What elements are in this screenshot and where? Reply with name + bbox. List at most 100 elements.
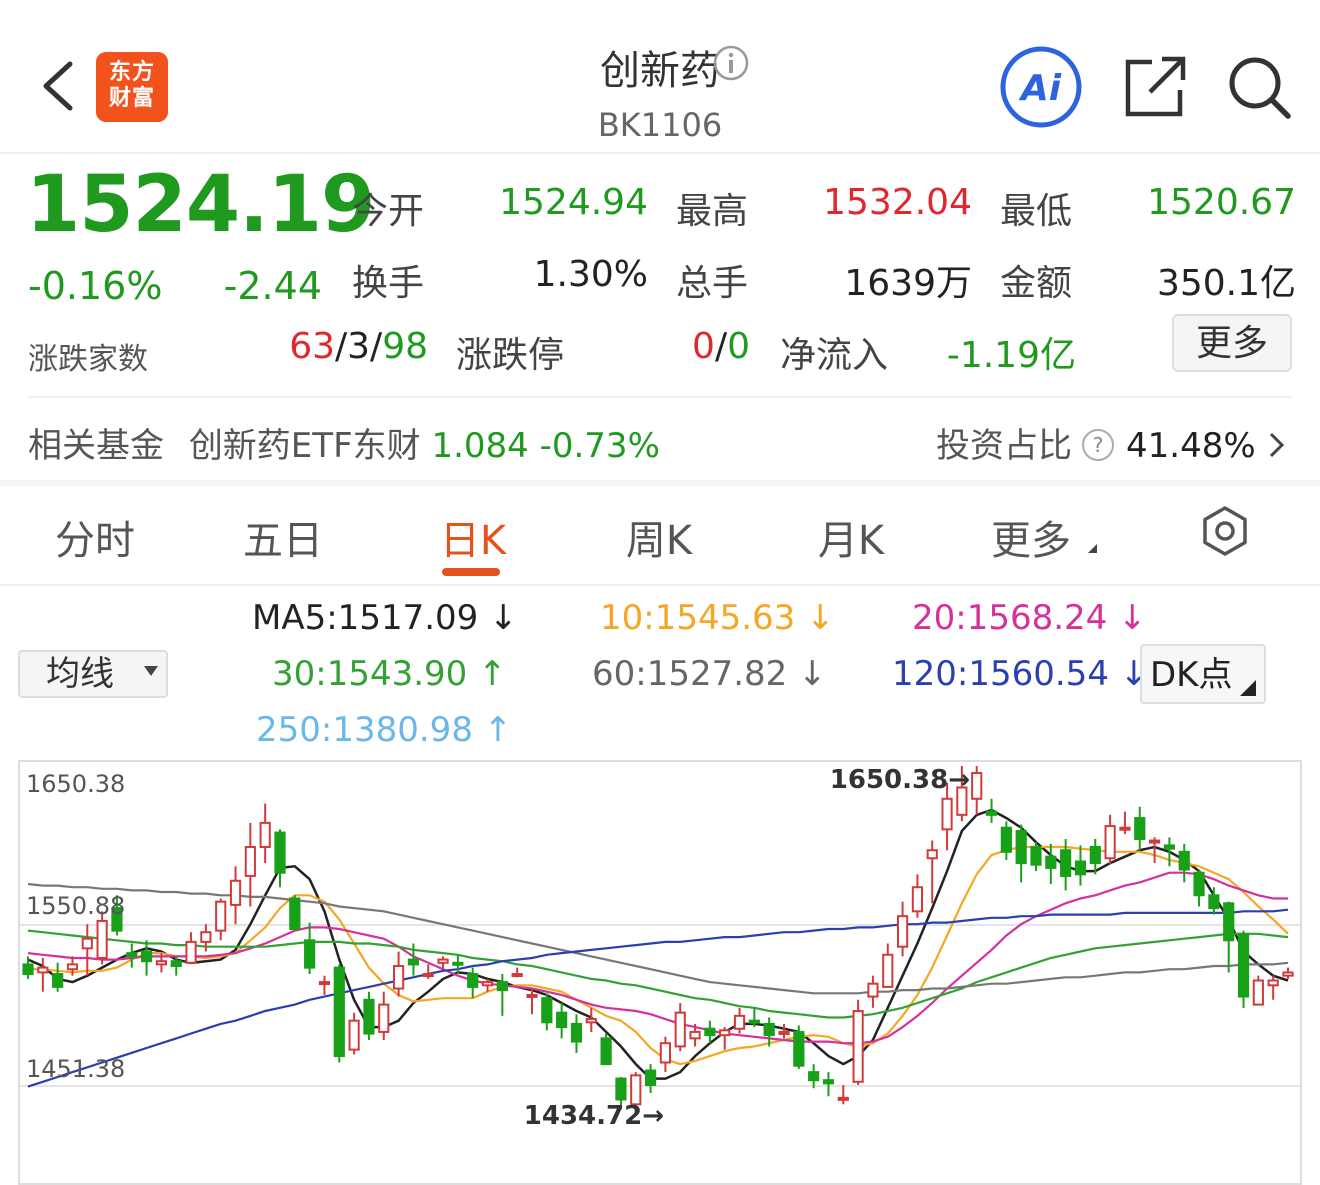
limit-label: 涨跌停 <box>456 335 565 376</box>
candle <box>1237 930 1250 1008</box>
svg-text:Ai: Ai <box>1018 68 1062 109</box>
divider <box>28 396 1292 398</box>
candle-body <box>763 1022 775 1037</box>
tab-intraday[interactable]: 分时 <box>40 508 150 566</box>
change-amount: -2.44 <box>223 264 322 308</box>
turnover-label: 换手 <box>352 263 425 304</box>
candle-body <box>437 958 449 964</box>
tab-five-day[interactable]: 五日 <box>228 508 338 566</box>
y-bottom-label: 1451.38 <box>26 1055 125 1083</box>
candle <box>793 1025 805 1069</box>
candle-body <box>1267 979 1279 987</box>
candle-body <box>644 1069 657 1087</box>
candle-body <box>556 1011 568 1029</box>
help-icon[interactable]: ? <box>1082 428 1114 461</box>
candle-body <box>244 846 256 877</box>
netflow-label: 净流入 <box>780 335 889 376</box>
candle-body <box>140 950 153 963</box>
max-price-label: 1650.38→ <box>830 765 970 795</box>
more-quote-button[interactable]: 更多 <box>1172 314 1292 372</box>
volume-value: 1639万 <box>844 263 972 304</box>
candle-body <box>318 981 331 986</box>
ma10-value: 10:1545.63 ↓ <box>600 598 835 638</box>
candle-body <box>1252 979 1264 1006</box>
candle-body <box>719 1029 731 1037</box>
candle-body <box>674 1011 686 1048</box>
amount-label: 金额 <box>1000 263 1073 304</box>
candle <box>1252 975 1264 1006</box>
app-logo: 东方 财富 <box>96 52 168 122</box>
min-price-label: 1434.72→ <box>524 1101 664 1131</box>
candle-body <box>1045 855 1057 869</box>
candle-body <box>1193 871 1205 897</box>
invest-ratio-row[interactable]: 投资占比? 41.48% <box>936 418 1286 467</box>
active-tab-indicator <box>442 568 500 576</box>
candle-body <box>452 961 464 966</box>
candle-body <box>229 879 242 906</box>
candle-body <box>304 939 316 969</box>
low-value: 1520.67 <box>1147 182 1296 223</box>
candle <box>852 999 864 1086</box>
tab-weekly-k[interactable]: 周K <box>604 508 714 566</box>
candle-body <box>778 1030 790 1035</box>
kline-chart[interactable]: 1650.38 1550.88 1451.38 1650.38→ 1434.72… <box>18 760 1302 1185</box>
candle-body <box>1163 844 1176 850</box>
back-arrow-icon[interactable] <box>38 60 78 112</box>
candle-body <box>481 981 494 987</box>
tab-monthly-k[interactable]: 月K <box>796 508 906 566</box>
candle-body <box>259 821 271 849</box>
ma120-value: 120:1560.54 ↓ <box>892 654 1149 694</box>
candle-body <box>1104 825 1116 860</box>
candle <box>600 1033 612 1066</box>
candle-body <box>659 1042 672 1064</box>
search-icon[interactable] <box>1226 54 1292 120</box>
related-fund-row[interactable]: 相关基金 创新药ETF东财 1.084 -0.73% <box>28 418 660 467</box>
candle-body <box>585 1018 597 1024</box>
candle-body <box>541 997 553 1024</box>
chevron-down-icon <box>144 666 158 676</box>
candle-body <box>333 966 345 1058</box>
candle-body <box>363 998 375 1035</box>
candle-body <box>1178 850 1190 871</box>
volume-label: 总手 <box>676 263 749 304</box>
section-separator <box>0 480 1320 486</box>
candle-body <box>689 1030 701 1040</box>
candle-body <box>1148 839 1161 844</box>
candle-body <box>941 797 953 831</box>
candle-body <box>896 915 909 948</box>
candle-body <box>748 1019 760 1024</box>
candle-body <box>496 981 508 992</box>
candle <box>363 991 375 1040</box>
tab-daily-k[interactable]: 日K <box>418 508 528 566</box>
invest-value: 41.48% <box>1126 426 1256 466</box>
candle-body <box>1282 971 1294 977</box>
candle-body <box>822 1079 835 1085</box>
candle-body <box>422 973 434 978</box>
change-percent: -0.16% <box>28 264 163 308</box>
candle-body <box>96 919 108 959</box>
candle-body <box>808 1071 820 1082</box>
candle-body <box>274 831 286 874</box>
candle-body <box>66 963 79 971</box>
amount-value: 350.1亿 <box>1156 263 1296 304</box>
gear-icon[interactable] <box>1198 504 1252 558</box>
ma60-value: 60:1527.82 ↓ <box>592 654 827 694</box>
ma20-value: 20:1568.24 ↓ <box>912 598 1147 638</box>
candle-body <box>126 952 138 958</box>
candle-body <box>81 937 93 950</box>
candle-body <box>867 982 879 998</box>
fund-price: 1.084 <box>431 426 529 466</box>
candle-body <box>733 1014 746 1030</box>
tab-more[interactable]: 更多 <box>976 508 1086 566</box>
limit-values: 0/0 <box>692 326 750 367</box>
share-icon[interactable] <box>1122 54 1188 120</box>
ai-assistant-icon[interactable]: Ai <box>998 44 1084 130</box>
info-icon[interactable] <box>712 44 750 82</box>
fund-change: -0.73% <box>539 426 660 466</box>
candle-body <box>348 1019 360 1051</box>
breadth-label: 涨跌家数 <box>28 342 148 377</box>
candle-body <box>1237 932 1250 998</box>
ma250-value: 250:1380.98 ↑ <box>256 710 513 750</box>
candle-body <box>600 1037 612 1066</box>
y-top-label: 1650.38 <box>26 770 125 798</box>
